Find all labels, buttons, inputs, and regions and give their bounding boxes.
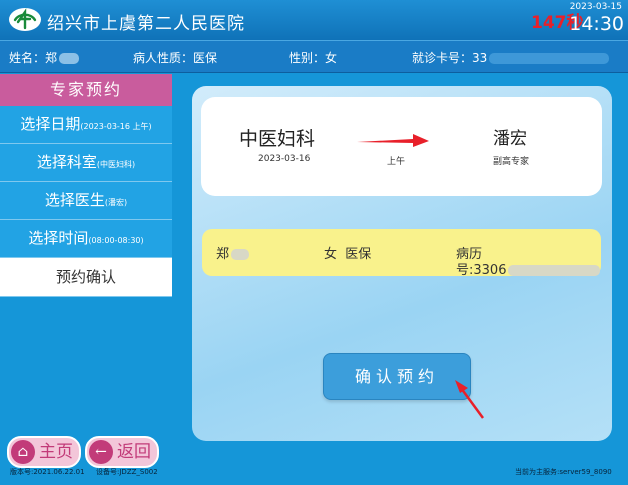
step-select-time[interactable]: 选择时间(08:00-08:30) <box>0 220 172 258</box>
department-name: 中医妇科 <box>239 128 316 150</box>
appointment-period: 上午 <box>387 157 406 167</box>
sidebar-title: 专家预约 <box>0 74 172 106</box>
step-select-date[interactable]: 选择日期(2023-03-16 上午) <box>0 106 172 144</box>
redacted-mark <box>59 53 80 64</box>
step-sidebar: 专家预约 选择日期(2023-03-16 上午) 选择科室(中医妇科) 选择医生… <box>0 74 172 297</box>
step-select-doctor[interactable]: 选择医生(潘宏) <box>0 182 172 220</box>
step-select-department[interactable]: 选择科室(中医妇科) <box>0 144 172 182</box>
summary-name: 郑 <box>216 243 250 262</box>
confirm-appointment-button[interactable]: 确认预约 <box>323 353 471 400</box>
patient-info-bar: 姓名：郑 病人性质：医保 性别：女 就诊卡号：33 <box>0 40 628 73</box>
hospital-name: 绍兴市上虞第二人民医院 <box>47 14 245 34</box>
home-button[interactable]: ⌂ 主页 <box>7 436 81 468</box>
redacted-mark <box>489 53 610 64</box>
home-icon: ⌂ <box>11 440 35 464</box>
redacted-mark <box>508 265 601 276</box>
back-arrow-icon: ← <box>89 440 113 464</box>
version-label: 版本号:2021.06.22.01 <box>10 468 85 476</box>
patient-card-number: 就诊卡号：33 <box>412 49 610 66</box>
patient-gender: 性别：女 <box>289 51 338 65</box>
back-button[interactable]: ← 返回 <box>85 436 159 468</box>
patient-name: 姓名：郑 <box>9 49 80 66</box>
patient-summary: 郑 女 医保 病历 号:3306 <box>202 229 601 278</box>
doctor-name: 潘宏 <box>493 129 527 149</box>
pointer-arrow-icon <box>455 380 485 419</box>
hospital-logo-icon <box>9 8 41 31</box>
patient-type: 病人性质：医保 <box>133 51 218 65</box>
step-confirm[interactable]: 预约确认 <box>0 258 172 297</box>
doctor-title: 副高专家 <box>493 157 530 167</box>
current-time: 14:30 <box>569 13 624 35</box>
arrow-right-icon <box>357 134 429 147</box>
appointment-date: 2023-03-16 <box>258 154 311 164</box>
summary-gender-type: 女 医保 <box>324 247 372 262</box>
server-label: 当前为主服务:server59_8090 <box>515 468 612 476</box>
summary-record-number: 号:3306 <box>456 259 601 278</box>
redacted-mark <box>231 249 250 260</box>
current-date: 2023-03-15 <box>569 2 622 12</box>
device-label: 设备号:JDZZ_S002 <box>96 468 158 476</box>
title-bar: 绍兴市上虞第二人民医院 147秒 2023-03-15 14:30 <box>0 0 628 40</box>
